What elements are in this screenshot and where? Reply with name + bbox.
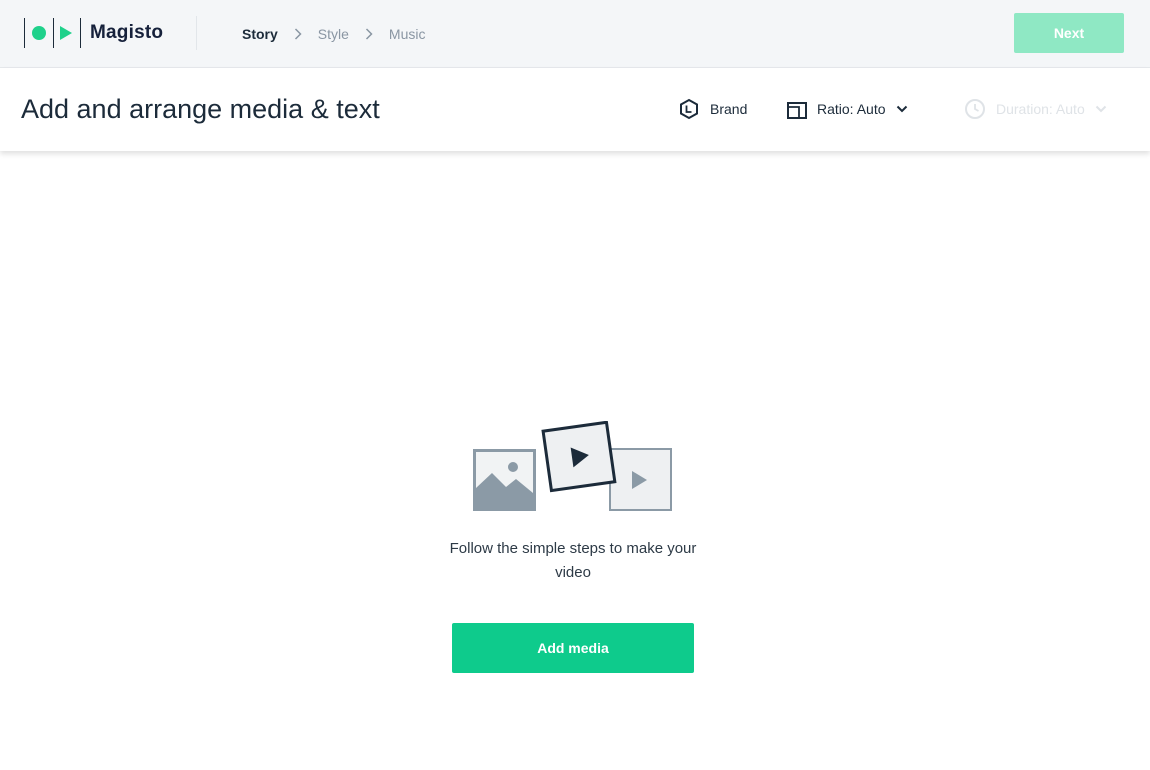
brand-label: Brand [710, 101, 748, 117]
logo-wordmark: Magisto [90, 22, 164, 43]
brand-hexagon-icon [678, 98, 700, 120]
ratio-label: Ratio: Auto [817, 101, 886, 117]
clock-icon [964, 98, 986, 120]
chevron-down-icon [896, 105, 908, 113]
aspect-ratio-icon [787, 99, 807, 119]
logo-bar [53, 18, 54, 48]
top-navbar: Magisto Story Style Music Next [0, 0, 1150, 68]
duration-label: Duration: Auto [996, 101, 1085, 117]
video-icon [609, 448, 672, 511]
chevron-down-icon [1095, 105, 1107, 113]
brand-button[interactable]: Brand [678, 98, 747, 120]
step-music[interactable]: Music [389, 26, 426, 42]
video-icon [541, 420, 617, 493]
image-icon [473, 449, 536, 511]
logo-bar [24, 18, 25, 48]
logo-bar [80, 18, 81, 48]
editor-header: Add and arrange media & text Brand Ratio… [0, 68, 1150, 151]
duration-dropdown[interactable]: Duration: Auto [964, 98, 1107, 120]
add-media-button[interactable]: Add media [452, 623, 694, 673]
nav-divider [196, 16, 197, 50]
media-illustration [470, 420, 676, 515]
page-title: Add and arrange media & text [21, 94, 380, 124]
magisto-logo[interactable]: Magisto [24, 17, 163, 49]
step-breadcrumb: Story Style Music [242, 24, 425, 44]
chevron-right-icon [294, 28, 302, 40]
empty-state-message: Follow the simple steps to make your vid… [449, 540, 697, 581]
logo-play-icon [60, 26, 72, 40]
media-canvas: Follow the simple steps to make your vid… [0, 151, 1150, 770]
chevron-right-icon [365, 28, 373, 40]
step-story[interactable]: Story [242, 26, 278, 42]
ratio-dropdown[interactable]: Ratio: Auto [787, 98, 908, 120]
step-style[interactable]: Style [318, 26, 349, 42]
logo-dot-icon [32, 26, 46, 40]
next-button[interactable]: Next [1014, 13, 1124, 53]
